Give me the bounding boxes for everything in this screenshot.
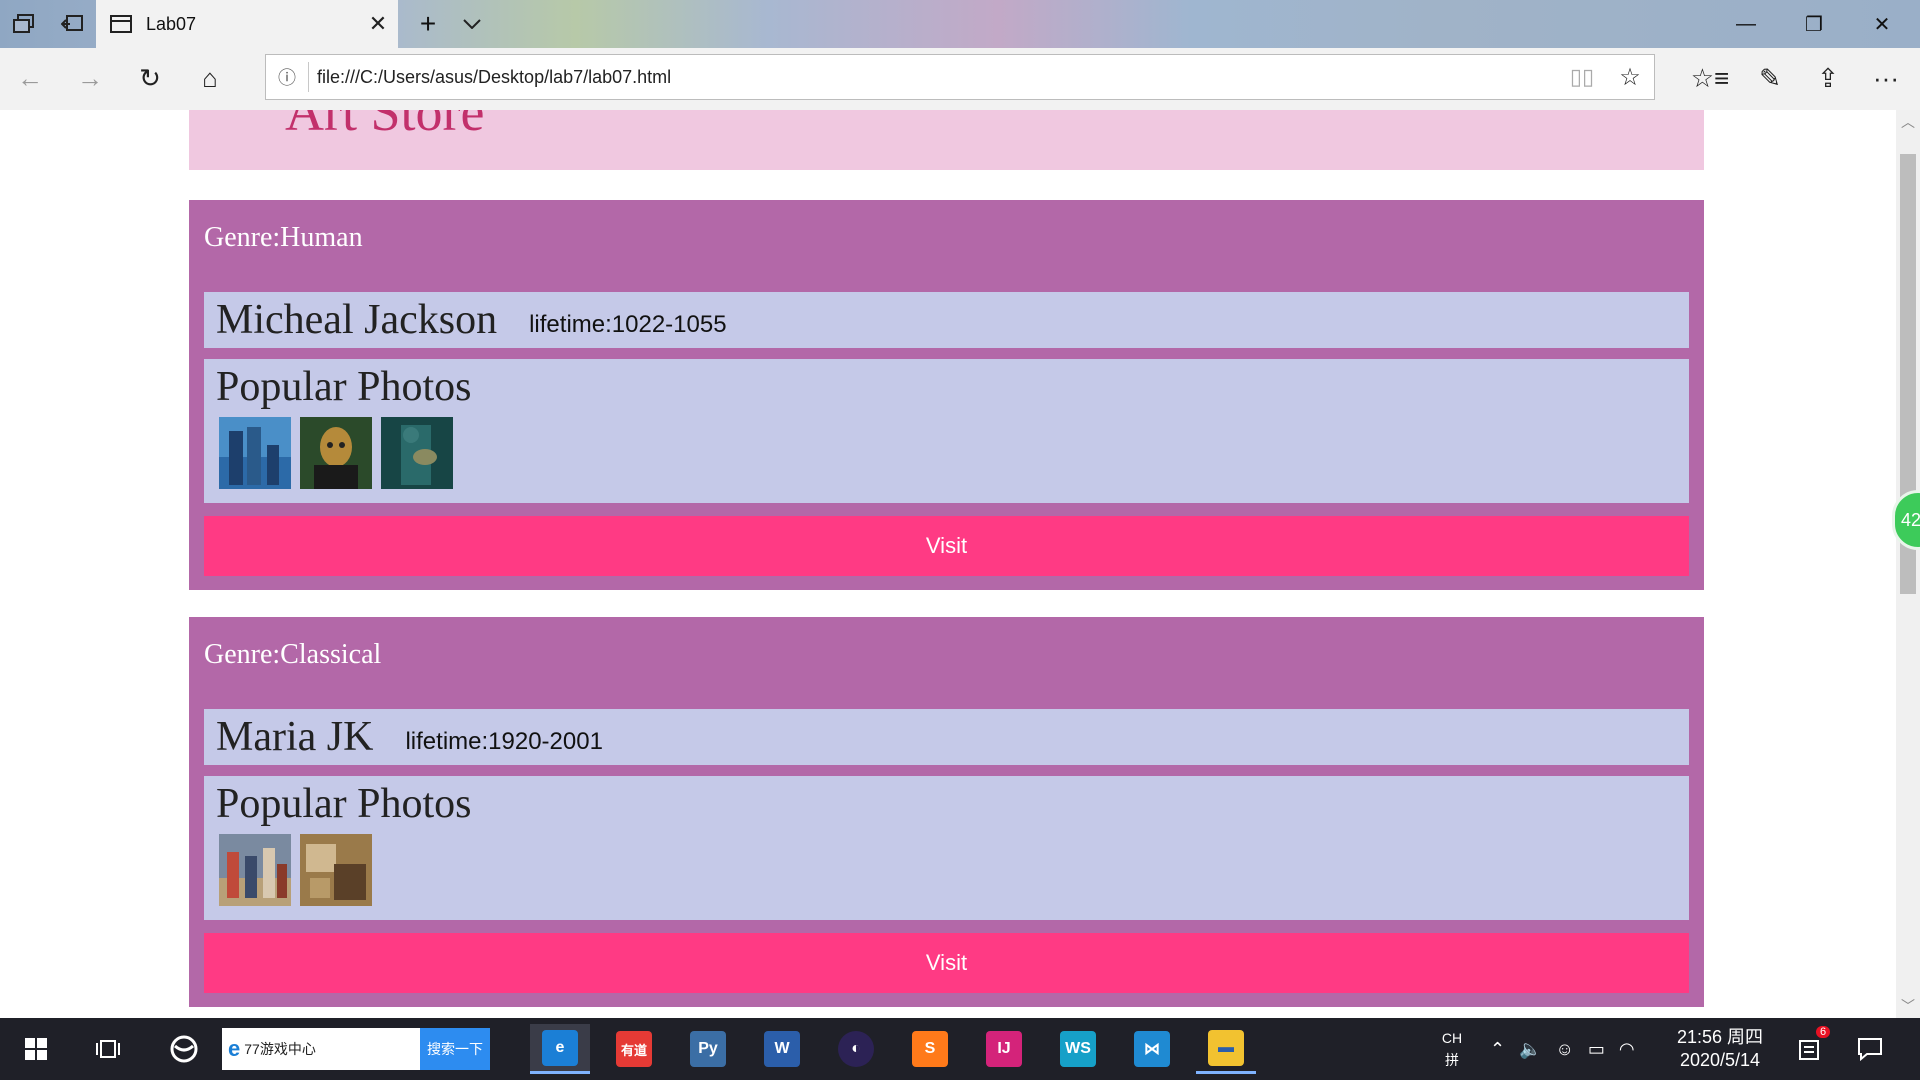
notes-icon[interactable]: 6	[1790, 1018, 1831, 1080]
wifi-icon[interactable]: ◠	[1619, 1039, 1635, 1060]
word-icon: W	[764, 1031, 800, 1067]
share-icon[interactable]: ⇪	[1804, 56, 1852, 100]
action-center-icon[interactable]	[1850, 1018, 1890, 1080]
intellij-app-icon[interactable]: IJ	[974, 1024, 1034, 1074]
sublime-app-icon[interactable]: S	[900, 1024, 960, 1074]
taskbar-search-box[interactable]: e 77游戏中心 搜索一下	[222, 1028, 490, 1070]
artist-row: Maria JK lifetime:1920-2001	[204, 709, 1689, 765]
artist-row: Micheal Jackson lifetime:1022-1055	[204, 292, 1689, 348]
navigation-bar: ← → ↻ ⌂ ⓘ file:///C:/Users/asus/Desktop/…	[0, 48, 1920, 111]
clock-time: 21:56 周四	[1676, 1027, 1764, 1047]
address-bar[interactable]: ⓘ file:///C:/Users/asus/Desktop/lab7/lab…	[265, 54, 1655, 100]
address-separator	[308, 62, 309, 92]
artist-name: Micheal Jackson	[216, 297, 498, 343]
photo-thumbnail[interactable]	[300, 417, 372, 489]
genre-card: Genre:Classical Maria JK lifetime:1920-2…	[189, 617, 1704, 1007]
search-button[interactable]: 搜索一下	[420, 1028, 490, 1070]
scroll-up-icon[interactable]: ︿	[1896, 110, 1920, 134]
vertical-scrollbar[interactable]: ︿ ﹀	[1896, 110, 1920, 1018]
photo-list	[219, 834, 381, 906]
refresh-button[interactable]: ↻	[126, 56, 174, 100]
taskbar: e 77游戏中心 搜索一下 e 有道 Py W ◐ S IJ WS ⋈ ▬ CH…	[0, 1018, 1920, 1080]
qq-icon[interactable]: ☺	[1556, 1039, 1574, 1060]
minimize-button[interactable]: —	[1712, 0, 1780, 48]
photo-thumbnail[interactable]	[219, 417, 291, 489]
url-text[interactable]: file:///C:/Users/asus/Desktop/lab7/lab07…	[317, 67, 1558, 88]
ime-indicator[interactable]: CH 拼	[1440, 1018, 1464, 1080]
word-app-icon[interactable]: W	[752, 1024, 812, 1074]
ime-language: CH	[1441, 1030, 1463, 1046]
vscode-icon: ⋈	[1134, 1031, 1170, 1067]
artist-lifetime: lifetime:1022-1055	[529, 311, 727, 338]
webstorm-app-icon[interactable]: WS	[1048, 1024, 1108, 1074]
edge-app-icon[interactable]: e	[530, 1024, 590, 1074]
photos-heading: Popular Photos	[216, 781, 472, 827]
genre-title: Genre:Human	[204, 222, 363, 253]
volume-icon[interactable]: 🔈	[1519, 1039, 1541, 1060]
battery-icon[interactable]: ▭	[1588, 1039, 1605, 1060]
vscode-app-icon[interactable]: ⋈	[1122, 1024, 1182, 1074]
python-icon: Py	[690, 1031, 726, 1067]
restore-button[interactable]: ❐	[1780, 0, 1848, 48]
photos-heading: Popular Photos	[216, 364, 472, 410]
favorite-star-icon[interactable]: ☆	[1606, 63, 1654, 92]
photo-thumbnail[interactable]	[381, 417, 453, 489]
set-aside-tabs-icon[interactable]	[48, 0, 96, 48]
web-notes-icon[interactable]: ✎	[1746, 56, 1794, 100]
site-title: Art Store	[285, 110, 485, 142]
info-icon[interactable]: ⓘ	[266, 64, 308, 90]
folder-icon: ▬	[1208, 1029, 1244, 1066]
close-window-button[interactable]: ✕	[1848, 0, 1916, 48]
artist-lifetime: lifetime:1920-2001	[405, 728, 603, 755]
tab-title: Lab07	[146, 13, 197, 34]
close-tab-icon[interactable]: ✕	[358, 11, 398, 37]
more-icon[interactable]: ···	[1862, 56, 1910, 100]
youdao-icon: 有道	[616, 1031, 652, 1067]
task-view-icon[interactable]	[72, 1018, 144, 1080]
webstorm-icon: WS	[1060, 1031, 1096, 1067]
clock-date: 2020/5/14	[1679, 1050, 1761, 1070]
visit-button[interactable]: Visit	[204, 933, 1689, 993]
python-app-icon[interactable]: Py	[678, 1024, 738, 1074]
back-button[interactable]: ←	[6, 56, 54, 100]
home-button[interactable]: ⌂	[186, 56, 234, 100]
page-icon	[110, 15, 132, 33]
popular-photos: Popular Photos	[204, 359, 1689, 503]
show-hidden-icons-icon[interactable]: ⌃	[1490, 1039, 1505, 1060]
eclipse-app-icon[interactable]: ◐	[826, 1024, 886, 1074]
new-tab-button[interactable]: +	[408, 0, 448, 48]
360-browser-icon[interactable]	[148, 1018, 220, 1080]
system-tray: ⌃ 🔈 ☺ ▭ ◠	[1490, 1018, 1635, 1080]
sublime-icon: S	[912, 1031, 948, 1067]
favorites-hub-icon[interactable]: ☆≡	[1686, 56, 1734, 100]
photo-thumbnail[interactable]	[219, 834, 291, 906]
search-query[interactable]: 77游戏中心	[244, 1039, 420, 1059]
reading-view-icon[interactable]: ▯▯	[1558, 64, 1606, 90]
page-viewport: Art Store Genre:Human Micheal Jackson li…	[0, 110, 1896, 1018]
popular-photos: Popular Photos	[204, 776, 1689, 920]
chevron-down-icon[interactable]	[452, 0, 492, 48]
edge-icon: e	[542, 1029, 578, 1066]
tab-preview-icon[interactable]	[0, 0, 48, 48]
site-header: Art Store	[189, 110, 1704, 170]
clock[interactable]: 21:56 周四 2020/5/14	[1660, 1026, 1780, 1072]
file-explorer-app-icon[interactable]: ▬	[1196, 1024, 1256, 1074]
tab-bar: Lab07 ✕ + — ❐ ✕	[0, 0, 1920, 48]
forward-button[interactable]: →	[66, 56, 114, 100]
notification-badge: 6	[1816, 1026, 1831, 1038]
photo-list	[219, 417, 462, 489]
ime-mode: 拼	[1445, 1052, 1459, 1068]
photo-thumbnail[interactable]	[300, 834, 372, 906]
scroll-down-icon[interactable]: ﹀	[1896, 994, 1920, 1018]
artist-name: Maria JK	[216, 714, 374, 760]
active-tab[interactable]: Lab07 ✕	[96, 0, 398, 48]
youdao-app-icon[interactable]: 有道	[604, 1024, 664, 1074]
eclipse-icon: ◐	[838, 1031, 874, 1067]
windows-start-icon[interactable]	[0, 1018, 72, 1080]
intellij-icon: IJ	[986, 1031, 1022, 1067]
visit-button[interactable]: Visit	[204, 516, 1689, 576]
edge-small-icon: e	[228, 1036, 241, 1061]
genre-card: Genre:Human Micheal Jackson lifetime:102…	[189, 200, 1704, 590]
genre-title: Genre:Classical	[204, 639, 382, 670]
